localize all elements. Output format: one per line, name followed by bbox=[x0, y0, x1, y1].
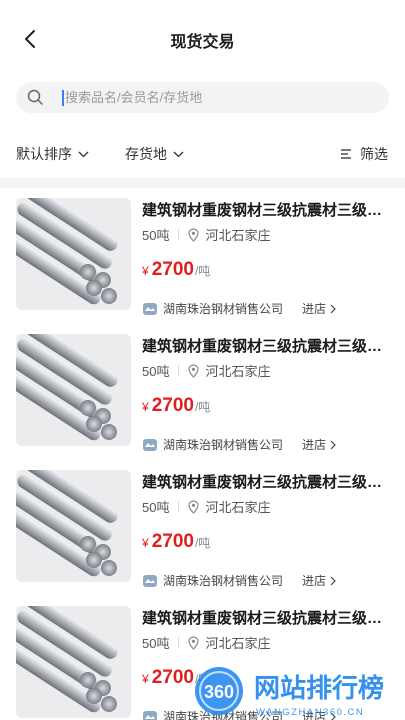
chevron-down-icon bbox=[173, 151, 184, 157]
enter-shop-label: 进店 bbox=[302, 574, 327, 588]
location-pin-icon bbox=[188, 499, 200, 514]
shop-info[interactable]: 湖南珠治钢材销售公司 bbox=[142, 572, 283, 589]
search-input[interactable] bbox=[65, 82, 365, 113]
enter-shop-label: 进店 bbox=[302, 302, 327, 316]
price-value: 2700 bbox=[151, 531, 194, 552]
currency-symbol: ¥ bbox=[142, 672, 149, 686]
product-card[interactable]: 建筑钢材重废钢材三级抗震材三级抗震材 50吨 河北石家庄 ¥ 2700 /吨 湖… bbox=[0, 324, 405, 460]
page-title: 现货交易 bbox=[170, 34, 235, 51]
currency-symbol: ¥ bbox=[142, 400, 149, 414]
filter-list-icon bbox=[341, 149, 351, 159]
product-meta: 50吨 河北石家庄 bbox=[142, 225, 270, 244]
product-price: ¥ 2700 /吨 bbox=[142, 395, 210, 417]
product-card[interactable]: 建筑钢材重废钢材三级抗震材三级抗震材 50吨 河北石家庄 ¥ 2700 /吨 湖… bbox=[0, 188, 405, 324]
enter-shop-button[interactable]: 进店 bbox=[302, 300, 336, 317]
currency-symbol: ¥ bbox=[142, 536, 149, 550]
sort-label: 默认排序 bbox=[16, 146, 72, 162]
search-icon bbox=[27, 89, 43, 105]
price-value: 2700 bbox=[151, 395, 194, 416]
shop-name: 湖南珠治钢材销售公司 bbox=[163, 438, 284, 452]
shop-info[interactable]: 湖南珠治钢材销售公司 bbox=[142, 436, 283, 453]
steel-rods-image bbox=[16, 470, 131, 582]
price-value: 2700 bbox=[151, 259, 194, 280]
enter-shop-button[interactable]: 进店 bbox=[302, 572, 336, 589]
product-location: 河北石家庄 bbox=[205, 364, 271, 379]
chevron-right-icon bbox=[330, 440, 336, 449]
product-quantity: 50吨 bbox=[142, 364, 170, 379]
chevron-right-icon bbox=[330, 304, 336, 313]
product-location: 河北石家庄 bbox=[205, 500, 271, 515]
meta-divider bbox=[178, 500, 180, 513]
location-dropdown[interactable]: 存货地 bbox=[125, 144, 184, 164]
section-divider bbox=[0, 178, 405, 188]
price-unit: /吨 bbox=[194, 400, 211, 414]
shop-info[interactable]: 湖南珠治钢材销售公司 bbox=[142, 300, 283, 317]
watermark-badge: 360 bbox=[204, 682, 234, 702]
product-meta: 50吨 河北石家庄 bbox=[142, 497, 270, 516]
product-title[interactable]: 建筑钢材重废钢材三级抗震材三级抗震材 bbox=[142, 607, 390, 628]
product-quantity: 50吨 bbox=[142, 500, 170, 515]
location-pin-icon bbox=[188, 227, 200, 242]
shop-name: 湖南珠治钢材销售公司 bbox=[163, 574, 284, 588]
product-title[interactable]: 建筑钢材重废钢材三级抗震材三级抗震材 bbox=[142, 335, 390, 356]
steel-rods-image bbox=[16, 198, 131, 310]
watermark-logo: 360 网站排行榜 WANGZHAN360.CN bbox=[195, 667, 384, 718]
product-title[interactable]: 建筑钢材重废钢材三级抗震材三级抗震材 bbox=[142, 199, 390, 220]
product-meta: 50吨 河北石家庄 bbox=[142, 633, 270, 652]
product-image[interactable] bbox=[16, 470, 131, 582]
search-bar[interactable] bbox=[16, 82, 389, 113]
product-price: ¥ 2700 /吨 bbox=[142, 531, 210, 553]
product-image[interactable] bbox=[16, 198, 131, 310]
filter-label: 筛选 bbox=[360, 146, 388, 162]
product-location: 河北石家庄 bbox=[205, 636, 271, 651]
product-quantity: 50吨 bbox=[142, 228, 170, 243]
steel-rods-image bbox=[16, 334, 131, 446]
product-card[interactable]: 建筑钢材重废钢材三级抗震材三级抗震材 50吨 河北石家庄 ¥ 2700 /吨 湖… bbox=[0, 460, 405, 596]
shop-logo-icon bbox=[143, 438, 157, 451]
meta-divider bbox=[178, 636, 180, 649]
currency-symbol: ¥ bbox=[142, 264, 149, 278]
chevron-down-icon bbox=[78, 151, 89, 157]
shop-logo-icon bbox=[143, 710, 157, 720]
app-header: 现货交易 bbox=[0, 0, 405, 78]
chevron-right-icon bbox=[330, 576, 336, 585]
filter-bar: 默认排序 存货地 筛选 bbox=[0, 136, 405, 172]
product-image[interactable] bbox=[16, 334, 131, 446]
enter-shop-label: 进店 bbox=[302, 438, 327, 452]
price-unit: /吨 bbox=[194, 536, 211, 550]
product-image[interactable] bbox=[16, 606, 131, 718]
filter-button[interactable]: 筛选 bbox=[340, 144, 388, 164]
enter-shop-button[interactable]: 进店 bbox=[302, 436, 336, 453]
product-price: ¥ 2700 /吨 bbox=[142, 259, 210, 281]
steel-rods-image bbox=[16, 606, 131, 718]
location-pin-icon bbox=[188, 635, 200, 650]
price-unit: /吨 bbox=[194, 264, 211, 278]
shop-logo-icon bbox=[143, 302, 157, 315]
product-title[interactable]: 建筑钢材重废钢材三级抗震材三级抗震材 bbox=[142, 471, 390, 492]
location-label: 存货地 bbox=[125, 146, 167, 162]
shop-name: 湖南珠治钢材销售公司 bbox=[163, 302, 284, 316]
product-meta: 50吨 河北石家庄 bbox=[142, 361, 270, 380]
product-location: 河北石家庄 bbox=[205, 228, 271, 243]
meta-divider bbox=[178, 364, 180, 377]
price-value: 2700 bbox=[151, 667, 194, 688]
meta-divider bbox=[178, 228, 180, 241]
product-quantity: 50吨 bbox=[142, 636, 170, 651]
shop-logo-icon bbox=[143, 574, 157, 587]
watermark-text: 网站排行榜 bbox=[254, 673, 384, 704]
sort-dropdown[interactable]: 默认排序 bbox=[16, 144, 89, 164]
watermark-subtext: WANGZHAN360.CN bbox=[256, 707, 364, 718]
location-pin-icon bbox=[188, 363, 200, 378]
text-cursor bbox=[62, 90, 64, 106]
